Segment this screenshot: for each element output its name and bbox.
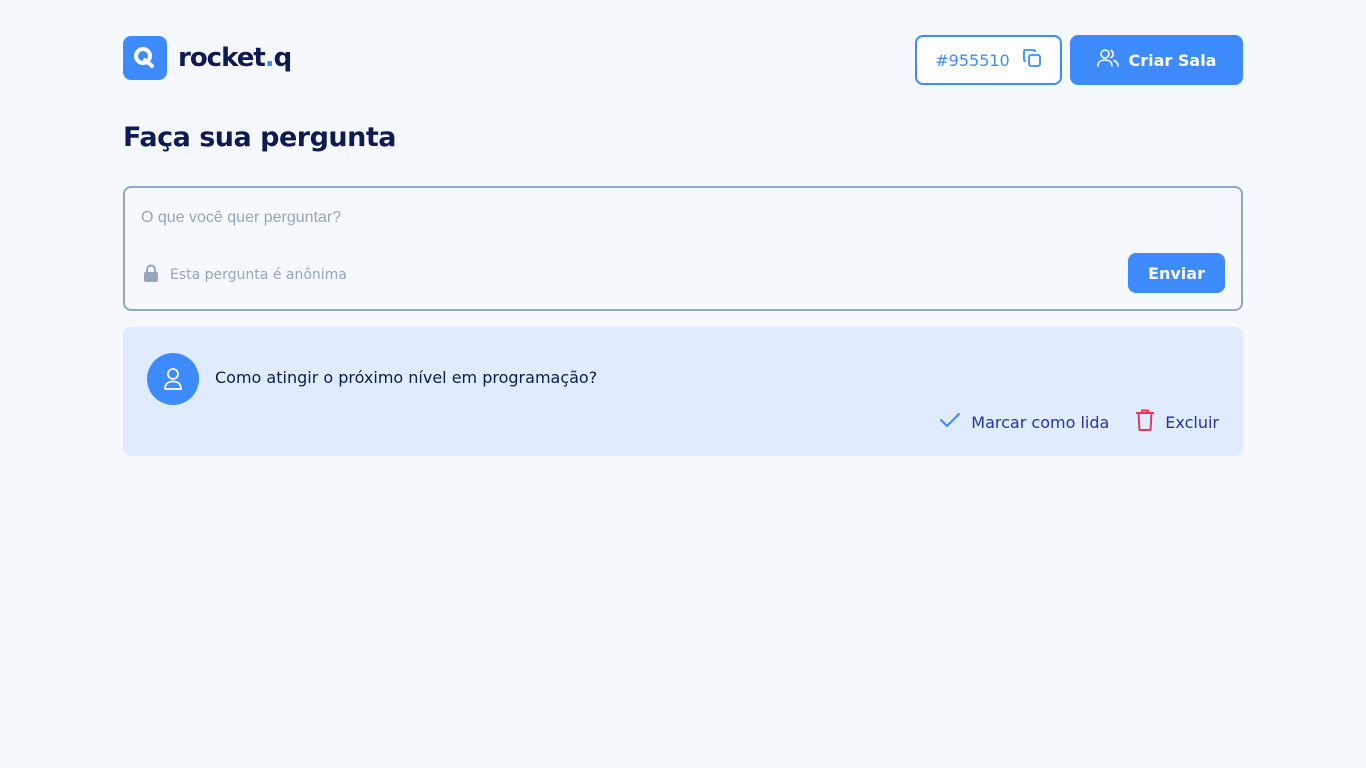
logo-text-dot: . <box>264 43 275 73</box>
question-actions: Marcar como lida Excluir <box>939 408 1219 436</box>
delete-label: Excluir <box>1165 412 1219 432</box>
check-icon <box>939 411 961 433</box>
trash-icon <box>1135 408 1155 436</box>
page: rocket.q #955510 Criar Sala Faça sua per… <box>0 0 1366 768</box>
anonymous-note: Esta pergunta é anônima <box>143 264 347 286</box>
mark-read-button[interactable]: Marcar como lida <box>939 411 1109 433</box>
logo-icon <box>123 36 167 80</box>
avatar <box>147 353 199 405</box>
logo-text-end: q <box>273 43 293 73</box>
anonymous-note-label: Esta pergunta é anônima <box>170 267 347 283</box>
question-card: Como atingir o próximo nível em programa… <box>123 327 1243 456</box>
users-icon <box>1096 48 1119 72</box>
page-title: Faça sua pergunta <box>123 122 396 153</box>
create-room-label: Criar Sala <box>1128 50 1217 70</box>
room-code: #955510 <box>935 50 1010 70</box>
logo[interactable]: rocket.q <box>123 36 293 80</box>
logo-text: rocket.q <box>178 43 293 73</box>
question-input[interactable] <box>141 206 1221 230</box>
delete-button[interactable]: Excluir <box>1135 408 1219 436</box>
create-room-button[interactable]: Criar Sala <box>1070 35 1243 85</box>
lock-icon <box>143 264 159 286</box>
question-text: Como atingir o próximo nível em programa… <box>215 368 598 387</box>
question-form: Esta pergunta é anônima Enviar <box>123 186 1243 311</box>
send-button[interactable]: Enviar <box>1128 253 1225 293</box>
mark-read-label: Marcar como lida <box>971 412 1110 432</box>
logo-text-main: rocket <box>178 43 266 73</box>
room-code-button[interactable]: #955510 <box>915 35 1062 85</box>
copy-icon <box>1022 48 1042 72</box>
